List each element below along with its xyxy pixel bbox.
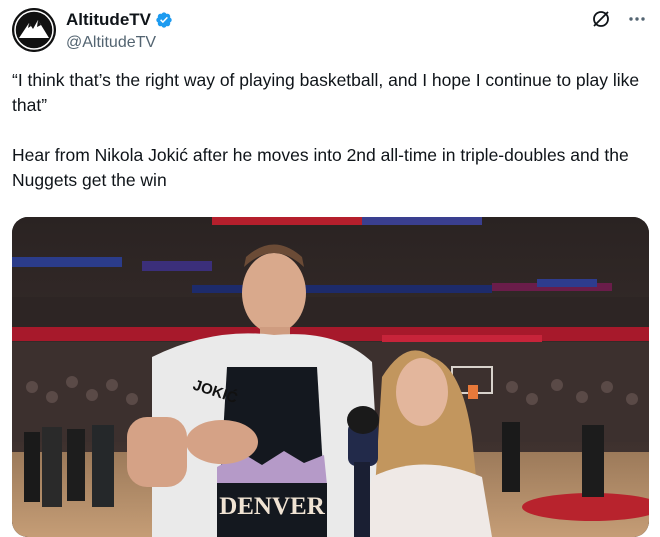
user-handle[interactable]: @AltitudeTV	[66, 32, 173, 54]
interview-video-frame: DENVER JOKIĆ	[12, 217, 649, 537]
tweet-body: Hear from Nikola Jokić after he moves in…	[12, 145, 629, 190]
tweet-header: AltitudeTV @AltitudeTV	[12, 8, 648, 56]
more-options-button[interactable]	[626, 8, 648, 30]
more-dots-icon	[629, 17, 645, 21]
tweet-text: “I think that’s the right way of playing…	[12, 68, 652, 193]
mountain-logo-icon	[12, 8, 56, 52]
display-name[interactable]: AltitudeTV	[66, 10, 151, 30]
grok-button[interactable]	[590, 8, 612, 30]
jersey-text: DENVER	[219, 493, 326, 520]
tweet-quote: “I think that’s the right way of playing…	[12, 70, 640, 115]
avatar[interactable]	[12, 8, 56, 52]
slash-circle-icon	[593, 11, 609, 27]
verified-badge-icon	[156, 12, 172, 28]
tweet-video[interactable]: DENVER JOKIĆ	[12, 217, 649, 537]
